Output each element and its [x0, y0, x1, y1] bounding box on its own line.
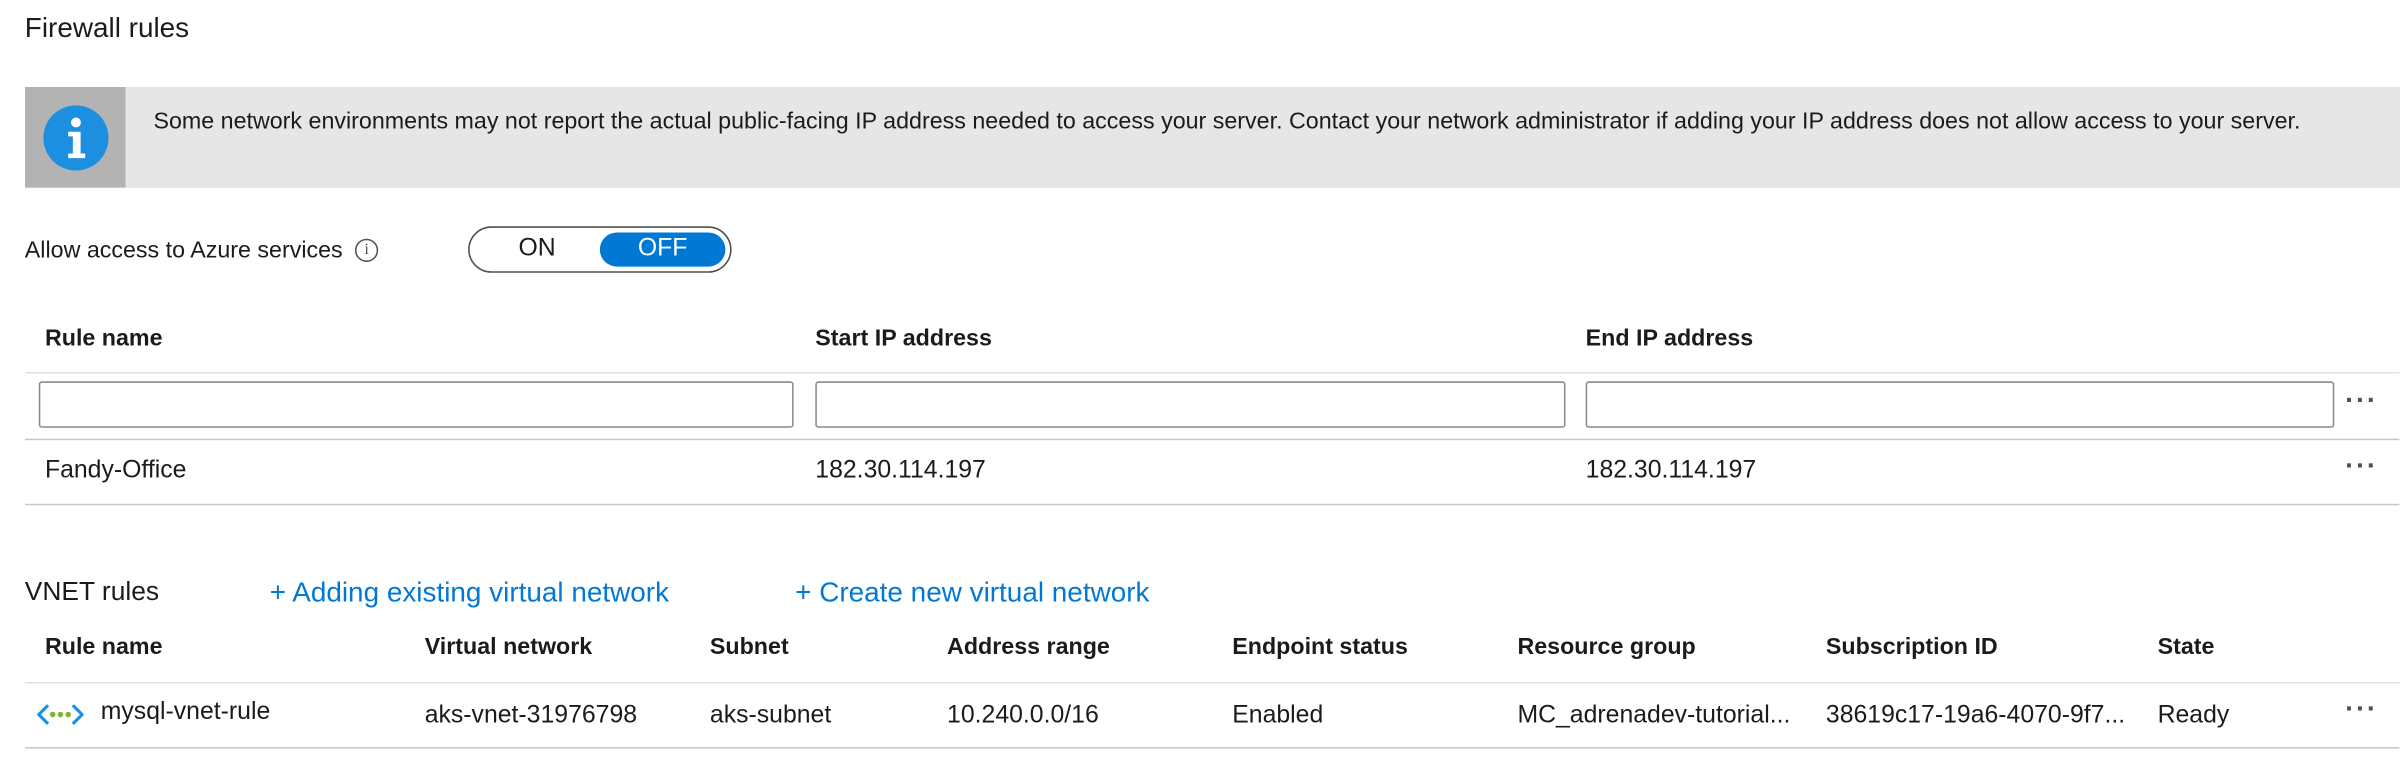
- allow-azure-row: Allow access to Azure services i: [25, 225, 379, 275]
- column-header-end-ip: End IP address: [1585, 325, 1754, 352]
- vnet-rules-title: VNET rules: [24, 576, 160, 607]
- info-banner: Some network environments may not report…: [24, 86, 2400, 188]
- subnet-cell: aks-subnet: [709, 702, 832, 729]
- info-icon: [42, 104, 108, 170]
- vnet-rules-table: Rule name Virtual network Subnet Address…: [24, 617, 2400, 749]
- firewall-rules-title: Firewall rules: [24, 12, 190, 44]
- column-header-virtual-network: Virtual network: [424, 633, 593, 661]
- resource-group-cell: MC_adrenadev-tutorial...: [1517, 702, 1791, 729]
- endpoint-status-cell: Enabled: [1232, 702, 1324, 729]
- address-range-cell: 10.240.0.0/16: [947, 702, 1099, 729]
- state-cell: Ready: [2157, 702, 2230, 729]
- more-ellipsis-icon[interactable]: ···: [2345, 693, 2378, 726]
- subscription-id-cell: 38619c17-19a6-4070-9f7...: [1825, 702, 2126, 729]
- column-header-address-range: Address range: [947, 633, 1110, 661]
- start-ip-input[interactable]: [815, 381, 1566, 428]
- table-row[interactable]: mysql-vnet-rule aks-vnet-31976798 aks-su…: [24, 684, 2400, 749]
- column-header-start-ip: Start IP address: [815, 325, 992, 352]
- more-ellipsis-icon[interactable]: ···: [2345, 450, 2378, 483]
- new-rule-row: ···: [24, 374, 2400, 441]
- virtual-network-cell: aks-vnet-31976798: [424, 702, 638, 729]
- column-header-rule-name: Rule name: [44, 633, 163, 661]
- info-tooltip-icon[interactable]: i: [355, 237, 379, 262]
- info-icon-box: [24, 86, 126, 188]
- column-header-rule-name: Rule name: [44, 325, 163, 352]
- firewall-table-header: Rule name Start IP address End IP addres…: [24, 310, 2400, 374]
- end-ip-input[interactable]: [1585, 381, 2335, 428]
- column-header-endpoint-status: Endpoint status: [1232, 633, 1408, 661]
- add-existing-vnet-link[interactable]: + Adding existing virtual network: [270, 577, 669, 610]
- create-new-vnet-link[interactable]: + Create new virtual network: [795, 577, 1149, 610]
- virtual-network-icon: [37, 704, 84, 725]
- table-row[interactable]: Fandy-Office 182.30.114.197 182.30.114.1…: [24, 440, 2400, 506]
- vnet-table-header: Rule name Virtual network Subnet Address…: [24, 617, 2400, 684]
- column-header-resource-group: Resource group: [1517, 633, 1696, 661]
- start-ip-cell: 182.30.114.197: [815, 457, 986, 484]
- toggle-off-option[interactable]: OFF: [599, 232, 726, 267]
- column-header-subscription-id: Subscription ID: [1825, 633, 1998, 661]
- rule-name-cell: Fandy-Office: [44, 457, 187, 484]
- more-ellipsis-icon[interactable]: ···: [2345, 384, 2378, 417]
- vnet-rule-name-cell: mysql-vnet-rule: [100, 699, 271, 726]
- allow-azure-toggle[interactable]: ON OFF: [468, 226, 732, 273]
- allow-azure-label: Allow access to Azure services: [24, 236, 343, 263]
- toggle-on-option[interactable]: ON: [474, 233, 600, 267]
- firewall-rules-table: Rule name Start IP address End IP addres…: [24, 310, 2400, 506]
- info-message: Some network environments may not report…: [153, 108, 2301, 135]
- column-header-state: State: [2157, 633, 2215, 661]
- end-ip-cell: 182.30.114.197: [1585, 457, 1757, 484]
- vnet-rules-header: VNET rules + Adding existing virtual net…: [25, 574, 2400, 614]
- rule-name-input[interactable]: [38, 381, 794, 428]
- column-header-subnet: Subnet: [709, 633, 789, 661]
